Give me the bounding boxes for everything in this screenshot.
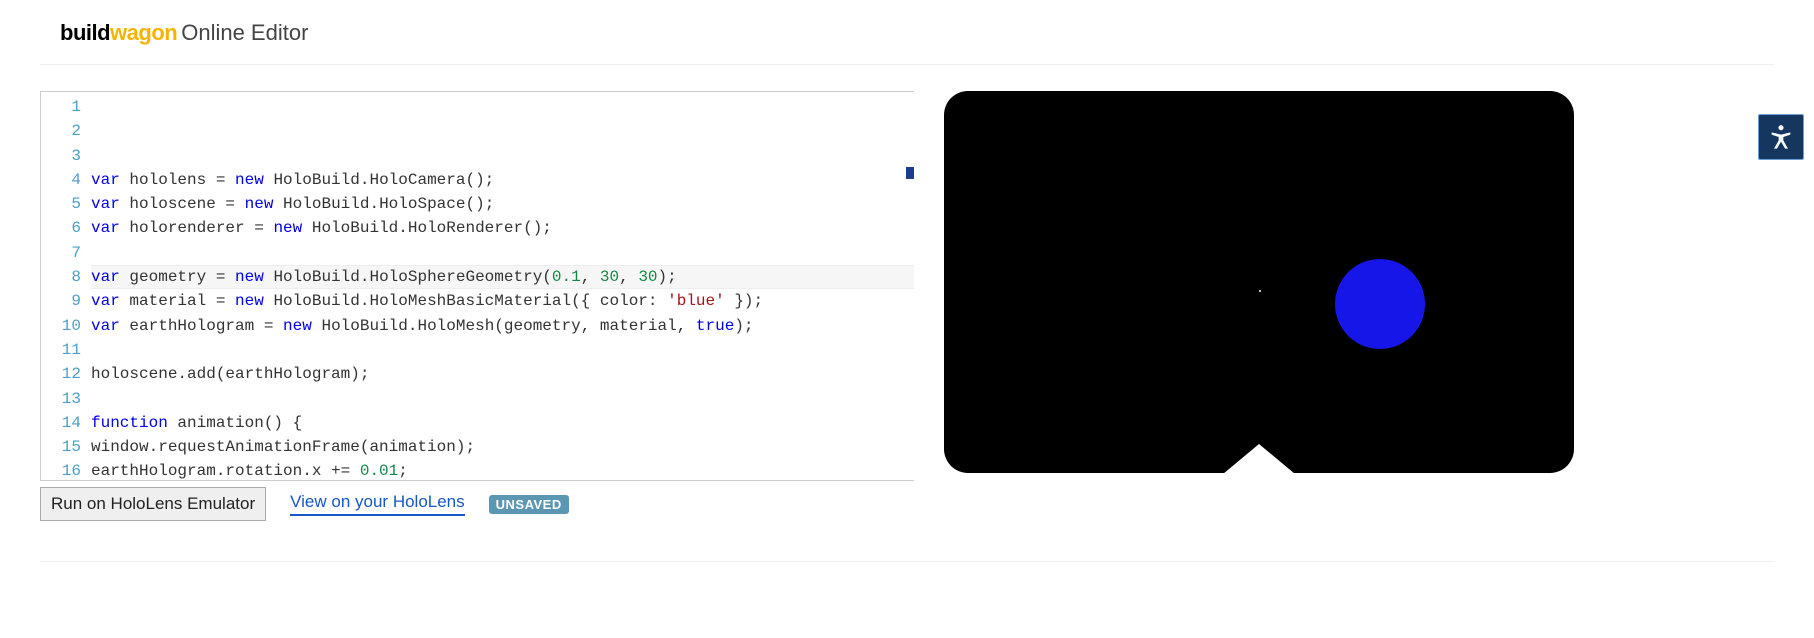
- code-line[interactable]: var material = new HoloBuild.HoloMeshBas…: [91, 289, 914, 313]
- line-number: 15: [41, 435, 81, 459]
- code-line[interactable]: window.requestAnimationFrame(animation);: [91, 435, 914, 459]
- line-number: 14: [41, 411, 81, 435]
- preview-nose-notch: [1223, 444, 1295, 473]
- line-number: 3: [41, 144, 81, 168]
- line-number: 16: [41, 459, 81, 481]
- code-line[interactable]: var earthHologram = new HoloBuild.HoloMe…: [91, 314, 914, 338]
- code-line[interactable]: [91, 241, 914, 265]
- line-number: 2: [41, 119, 81, 143]
- line-number: 1: [41, 95, 81, 119]
- line-number: 11: [41, 338, 81, 362]
- run-emulator-button[interactable]: Run on HoloLens Emulator: [40, 487, 266, 521]
- code-line[interactable]: var geometry = new HoloBuild.HoloSphereG…: [91, 265, 914, 289]
- line-number: 4: [41, 168, 81, 192]
- footer-divider: [40, 561, 1774, 562]
- code-line[interactable]: holoscene.add(earthHologram);: [91, 362, 914, 386]
- line-number: 7: [41, 241, 81, 265]
- code-line[interactable]: var hololens = new HoloBuild.HoloCamera(…: [91, 168, 914, 192]
- logo-suffix: Online Editor: [181, 20, 308, 45]
- code-line[interactable]: var holorenderer = new HoloBuild.HoloRen…: [91, 216, 914, 240]
- logo: buildwagonOnline Editor: [60, 20, 308, 46]
- line-number: 6: [41, 216, 81, 240]
- line-number: 13: [41, 387, 81, 411]
- code-line[interactable]: var holoscene = new HoloBuild.HoloSpace(…: [91, 192, 914, 216]
- line-number: 10: [41, 314, 81, 338]
- line-number: 12: [41, 362, 81, 386]
- code-line[interactable]: earthHologram.rotation.x += 0.01;: [91, 459, 914, 481]
- line-number: 9: [41, 289, 81, 313]
- logo-part1: build: [60, 20, 110, 45]
- accessibility-button[interactable]: [1758, 114, 1804, 160]
- logo-part2: wagon: [110, 20, 177, 45]
- preview-sphere: [1335, 259, 1425, 349]
- header: buildwagonOnline Editor: [40, 10, 1774, 65]
- code-line[interactable]: [91, 387, 914, 411]
- code-content[interactable]: var hololens = new HoloBuild.HoloCamera(…: [91, 92, 914, 480]
- code-editor[interactable]: 12345678910111213141516 var hololens = n…: [40, 91, 914, 481]
- line-gutter: 12345678910111213141516: [41, 92, 91, 480]
- line-number: 8: [41, 265, 81, 289]
- code-line[interactable]: function animation() {: [91, 411, 914, 435]
- save-status-badge: UNSAVED: [489, 495, 569, 514]
- editor-actions: Run on HoloLens Emulator View on your Ho…: [40, 487, 914, 521]
- preview-cursor-dot: [1259, 290, 1261, 292]
- view-hololens-link[interactable]: View on your HoloLens: [290, 492, 465, 516]
- code-line[interactable]: [91, 338, 914, 362]
- accessibility-icon: [1767, 123, 1795, 151]
- hololens-preview-viewport[interactable]: [944, 91, 1574, 473]
- line-number: 5: [41, 192, 81, 216]
